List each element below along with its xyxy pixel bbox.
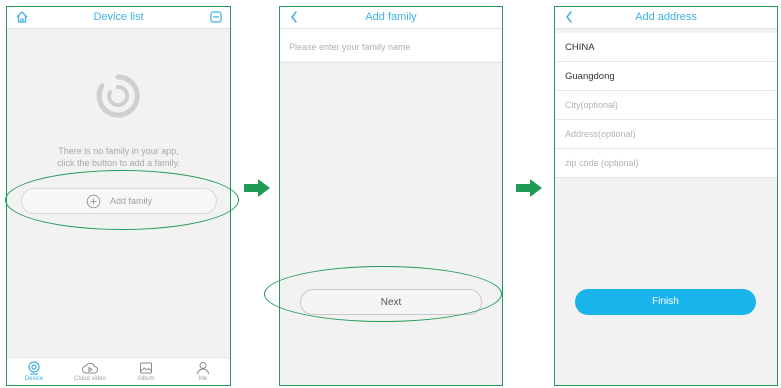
zip-code-input[interactable]: zip code (optional) bbox=[555, 149, 777, 178]
address-form: CHINA Guangdong City(optional) Address(o… bbox=[555, 33, 777, 178]
city-input[interactable]: City(optional) bbox=[555, 91, 777, 120]
tab-label: Device bbox=[24, 376, 44, 382]
tab-device[interactable]: Device bbox=[14, 361, 54, 382]
address-input[interactable]: Address(optional) bbox=[555, 120, 777, 149]
page-title: Device list bbox=[93, 11, 144, 23]
top-bar: Add family bbox=[280, 7, 502, 29]
camera-icon bbox=[28, 361, 40, 375]
tab-label: Me bbox=[198, 376, 208, 382]
cloud-play-icon bbox=[82, 362, 98, 374]
image-icon bbox=[140, 362, 152, 374]
tab-cloud-video[interactable]: Cloud video bbox=[70, 361, 110, 382]
province-field[interactable]: Guangdong bbox=[555, 62, 777, 91]
highlight-ellipse-next bbox=[264, 266, 502, 322]
top-bar: Add address bbox=[555, 7, 777, 29]
person-icon bbox=[197, 362, 209, 375]
arrow-right-icon bbox=[243, 178, 271, 203]
finish-button[interactable]: Finish bbox=[575, 289, 756, 315]
top-bar: Device list bbox=[7, 7, 230, 29]
page-title: Add address bbox=[635, 11, 697, 23]
page-title: Add family bbox=[365, 11, 417, 23]
bottom-tab-bar: Device Cloud video Album Me bbox=[7, 357, 230, 385]
country-field[interactable]: CHINA bbox=[555, 33, 777, 62]
empty-message-line1: There is no family in your app, bbox=[58, 146, 179, 156]
add-family-screen: Add family Please enter your family name… bbox=[279, 6, 503, 386]
tab-me[interactable]: Me bbox=[183, 361, 223, 382]
highlight-ellipse-add-family bbox=[5, 170, 239, 230]
tab-album[interactable]: Album bbox=[126, 361, 166, 382]
arrow-right-icon bbox=[515, 178, 543, 203]
family-name-input[interactable]: Please enter your family name bbox=[280, 29, 502, 63]
app-logo-icon bbox=[93, 71, 143, 126]
tab-label: Cloud video bbox=[74, 376, 106, 382]
scan-icon[interactable] bbox=[209, 10, 223, 29]
empty-message-line2: click the button to add a family. bbox=[57, 158, 180, 168]
add-address-screen: Add address CHINA Guangdong City(optiona… bbox=[554, 6, 778, 386]
tab-label: Album bbox=[137, 376, 155, 382]
